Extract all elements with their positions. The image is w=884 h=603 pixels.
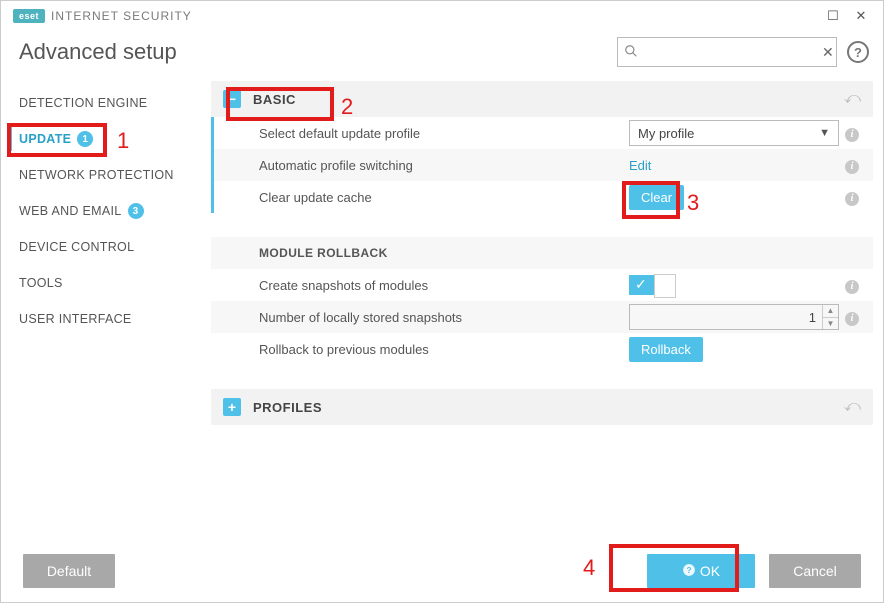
info-icon[interactable]: i [845, 160, 859, 174]
window-maximize-button[interactable]: ☐ [819, 5, 847, 27]
chevron-down-icon: ▼ [819, 127, 830, 139]
row-label: Number of locally stored snapshots [259, 310, 629, 325]
default-button[interactable]: Default [23, 554, 115, 588]
stepper-up-icon[interactable]: ▲ [823, 305, 838, 318]
info-icon[interactable]: i [845, 128, 859, 142]
row-label: Create snapshots of modules [259, 278, 629, 293]
row-auto-switching: Automatic profile switching Edit i [211, 149, 873, 181]
stepper-value: 1 [630, 310, 822, 325]
row-snapshot-count: Number of locally stored snapshots 1 ▲ ▼… [211, 301, 873, 333]
snapshot-count-stepper[interactable]: 1 ▲ ▼ [629, 304, 839, 330]
help-button[interactable]: ? [847, 41, 869, 63]
sidebar-item-device-control[interactable]: DEVICE CONTROL [1, 229, 211, 265]
page-title: Advanced setup [19, 39, 617, 65]
search-box[interactable]: ✕ [617, 37, 837, 67]
stepper-down-icon[interactable]: ▼ [823, 318, 838, 330]
sidebar-item-web-and-email[interactable]: WEB AND EMAIL 3 [1, 193, 211, 229]
collapse-icon[interactable]: − [223, 90, 241, 108]
row-label: Automatic profile switching [259, 158, 629, 173]
section-title: PROFILES [253, 400, 322, 415]
ok-button[interactable]: ? OK [647, 554, 755, 588]
brand-product: INTERNET SECURITY [51, 9, 192, 23]
sidebar-badge: 3 [128, 203, 144, 219]
edit-link[interactable]: Edit [629, 158, 651, 173]
row-label: Rollback to previous modules [259, 342, 629, 357]
section-basic-header[interactable]: − BASIC ⤺ [211, 81, 873, 117]
sidebar-badge: 1 [77, 131, 93, 147]
info-icon[interactable]: i [845, 280, 859, 294]
check-icon: ✓ [635, 276, 647, 293]
search-input[interactable] [642, 44, 822, 61]
row-clear-cache: Clear update cache Clear i [211, 181, 873, 213]
sidebar-item-label: TOOLS [19, 276, 63, 290]
revert-icon[interactable]: ⤺ [844, 90, 861, 108]
svg-text:?: ? [686, 565, 691, 574]
row-rollback: Rollback to previous modules Rollback [211, 333, 873, 365]
sidebar-item-label: USER INTERFACE [19, 312, 132, 326]
sidebar-item-user-interface[interactable]: USER INTERFACE [1, 301, 211, 337]
ok-label: OK [700, 563, 720, 579]
app-window: eset INTERNET SECURITY ☐ ✕ Advanced setu… [0, 0, 884, 603]
cancel-button[interactable]: Cancel [769, 554, 861, 588]
subsection-module-rollback: MODULE ROLLBACK [211, 237, 873, 269]
sidebar-item-label: DETECTION ENGINE [19, 96, 147, 110]
sidebar-item-tools[interactable]: TOOLS [1, 265, 211, 301]
row-default-profile: Select default update profile My profile… [211, 117, 873, 149]
rollback-button[interactable]: Rollback [629, 337, 703, 362]
titlebar: eset INTERNET SECURITY ☐ ✕ [1, 1, 883, 31]
footer: Default ? OK Cancel [1, 540, 883, 602]
revert-icon[interactable]: ⤺ [844, 398, 861, 416]
row-label: Clear update cache [259, 190, 629, 205]
sidebar-item-detection-engine[interactable]: DETECTION ENGINE [1, 85, 211, 121]
snapshots-toggle[interactable]: ✓ [629, 275, 675, 295]
section-profiles-header[interactable]: + PROFILES ⤺ [211, 389, 873, 425]
info-icon[interactable]: i [845, 312, 859, 326]
profile-dropdown[interactable]: My profile ▼ [629, 120, 839, 146]
main-panel: − BASIC ⤺ Select default update profile … [211, 81, 883, 561]
sidebar-item-label: WEB AND EMAIL [19, 204, 122, 218]
sidebar-item-network-protection[interactable]: NETWORK PROTECTION [1, 157, 211, 193]
row-create-snapshots: Create snapshots of modules ✓ i [211, 269, 873, 301]
sidebar: DETECTION ENGINE UPDATE 1 NETWORK PROTEC… [1, 81, 211, 561]
clear-button[interactable]: Clear [629, 185, 684, 210]
dropdown-value: My profile [638, 126, 694, 141]
window-close-button[interactable]: ✕ [847, 5, 875, 27]
body: DETECTION ENGINE UPDATE 1 NETWORK PROTEC… [1, 81, 883, 561]
sidebar-item-label: NETWORK PROTECTION [19, 168, 174, 182]
sidebar-item-label: UPDATE [19, 132, 71, 146]
search-clear-icon[interactable]: ✕ [822, 44, 834, 61]
sidebar-item-label: DEVICE CONTROL [19, 240, 134, 254]
brand-logo: eset [13, 9, 45, 23]
help-badge-icon: ? [682, 563, 696, 580]
header: Advanced setup ✕ ? [1, 31, 883, 81]
row-label: Select default update profile [259, 126, 629, 141]
info-icon[interactable]: i [845, 192, 859, 206]
section-title: BASIC [253, 92, 296, 107]
search-icon [624, 44, 638, 61]
sidebar-item-update[interactable]: UPDATE 1 [1, 121, 211, 157]
expand-icon[interactable]: + [223, 398, 241, 416]
